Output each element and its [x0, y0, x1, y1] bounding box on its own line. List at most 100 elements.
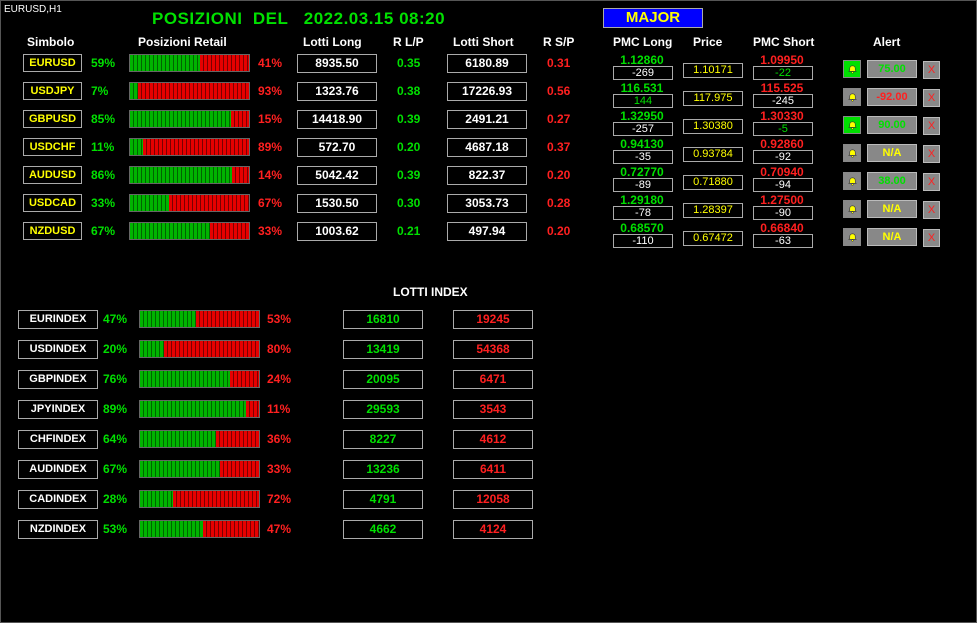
index-long-lots: 29593: [343, 400, 423, 419]
position-bar: [129, 110, 250, 128]
rlp-value: 0.30: [397, 196, 421, 210]
alert-value-button[interactable]: 90.00: [867, 116, 917, 134]
index-long-lots: 4791: [343, 490, 423, 509]
index-short-lots: 19245: [453, 310, 533, 329]
pmc-short-diff: -5: [753, 122, 813, 136]
index-short-bar-fill: [173, 491, 259, 507]
symbol-button[interactable]: GBPUSD: [23, 110, 82, 128]
position-bar: [129, 138, 250, 156]
rlp-value: 0.21: [397, 224, 421, 238]
pmc-short-value: 0.92860: [760, 137, 804, 151]
position-bar: [129, 222, 250, 240]
pmc-long-value: 116.531: [620, 81, 664, 95]
symbol-button[interactable]: EURUSD: [23, 54, 82, 72]
index-button[interactable]: AUDINDEX: [18, 460, 98, 479]
short-bar-fill: [200, 55, 249, 71]
long-percent: 59%: [91, 56, 116, 70]
position-bar: [129, 82, 250, 100]
alert-value-button[interactable]: -92.00: [867, 88, 917, 106]
alert-bell-button[interactable]: [843, 172, 861, 190]
alert-value-button[interactable]: 38.00: [867, 172, 917, 190]
symbol-button[interactable]: AUDUSD: [23, 166, 82, 184]
short-bar-fill: [209, 223, 249, 239]
index-position-bar: [139, 490, 260, 508]
lotti-long-value: 572.70: [297, 138, 377, 157]
index-short-bar-fill: [195, 311, 259, 327]
major-button[interactable]: MAJOR: [603, 8, 703, 28]
symbol-button[interactable]: USDCHF: [23, 138, 82, 156]
index-long-bar-fill: [140, 401, 246, 417]
index-short-lots: 12058: [453, 490, 533, 509]
alert-close-button[interactable]: X: [923, 201, 940, 219]
symbol-button[interactable]: USDJPY: [23, 82, 82, 100]
index-button[interactable]: CHFINDEX: [18, 430, 98, 449]
alert-close-button[interactable]: X: [923, 89, 940, 107]
alert-close-button[interactable]: X: [923, 145, 940, 163]
alert-close-button[interactable]: X: [923, 61, 940, 79]
short-percent: 15%: [258, 112, 283, 126]
short-percent: 89%: [258, 140, 283, 154]
price-value: 1.28397: [683, 203, 743, 218]
pmc-short-diff: -94: [753, 178, 813, 192]
bell-icon: [847, 121, 857, 130]
long-bar-fill: [130, 167, 233, 183]
pmc-short-value: 0.66840: [760, 221, 804, 235]
alert-bell-button[interactable]: [843, 88, 861, 106]
index-long-bar-fill: [140, 521, 204, 537]
index-short-percent: 24%: [267, 372, 292, 386]
pmc-short-value: 1.30330: [760, 109, 804, 123]
index-position-bar: [139, 520, 260, 538]
index-button[interactable]: CADINDEX: [18, 490, 98, 509]
alert-bell-button[interactable]: [843, 60, 861, 78]
alert-bell-button[interactable]: [843, 228, 861, 246]
lotti-long-value: 8935.50: [297, 54, 377, 73]
index-short-lots: 6471: [453, 370, 533, 389]
index-short-percent: 47%: [267, 522, 292, 536]
pmc-long-diff: -89: [613, 178, 673, 192]
price-value: 0.67472: [683, 231, 743, 246]
index-button[interactable]: NZDINDEX: [18, 520, 98, 539]
long-bar-fill: [130, 223, 210, 239]
alert-bell-button[interactable]: [843, 144, 861, 162]
index-button[interactable]: GBPINDEX: [18, 370, 98, 389]
index-short-lots: 4124: [453, 520, 533, 539]
long-percent: 67%: [91, 224, 116, 238]
header-pmc-short: PMC Short: [753, 35, 815, 49]
alert-value-button[interactable]: N/A: [867, 200, 917, 218]
header-rsp: R S/P: [543, 35, 575, 49]
alert-bell-button[interactable]: [843, 116, 861, 134]
alert-close-button[interactable]: X: [923, 173, 940, 191]
lotti-long-value: 1530.50: [297, 194, 377, 213]
index-long-bar-fill: [140, 431, 217, 447]
pmc-short-diff: -92: [753, 150, 813, 164]
position-bar: [129, 194, 250, 212]
index-long-percent: 53%: [103, 522, 128, 536]
long-percent: 33%: [91, 196, 116, 210]
lotti-short-value: 2491.21: [447, 110, 527, 129]
index-long-lots: 8227: [343, 430, 423, 449]
index-long-bar-fill: [140, 311, 196, 327]
index-long-lots: 20095: [343, 370, 423, 389]
rsp-value: 0.37: [547, 140, 571, 154]
chart-symbol-label: EURUSD,H1: [4, 4, 62, 15]
alert-close-button[interactable]: X: [923, 117, 940, 135]
pmc-long-diff: -269: [613, 66, 673, 80]
long-bar-fill: [130, 139, 144, 155]
index-button[interactable]: EURINDEX: [18, 310, 98, 329]
index-position-bar: [139, 400, 260, 418]
index-button[interactable]: USDINDEX: [18, 340, 98, 359]
lotti-short-value: 822.37: [447, 166, 527, 185]
symbol-button[interactable]: NZDUSD: [23, 222, 82, 240]
alert-bell-button[interactable]: [843, 200, 861, 218]
position-bar: [129, 166, 250, 184]
alert-value-button[interactable]: N/A: [867, 144, 917, 162]
lotti-long-value: 5042.42: [297, 166, 377, 185]
alert-close-button[interactable]: X: [923, 229, 940, 247]
alert-value-button[interactable]: 75.00: [867, 60, 917, 78]
symbol-button[interactable]: USDCAD: [23, 194, 82, 212]
short-percent: 67%: [258, 196, 283, 210]
pmc-long-value: 1.29180: [620, 193, 664, 207]
alert-value-button[interactable]: N/A: [867, 228, 917, 246]
index-position-bar: [139, 310, 260, 328]
index-button[interactable]: JPYINDEX: [18, 400, 98, 419]
